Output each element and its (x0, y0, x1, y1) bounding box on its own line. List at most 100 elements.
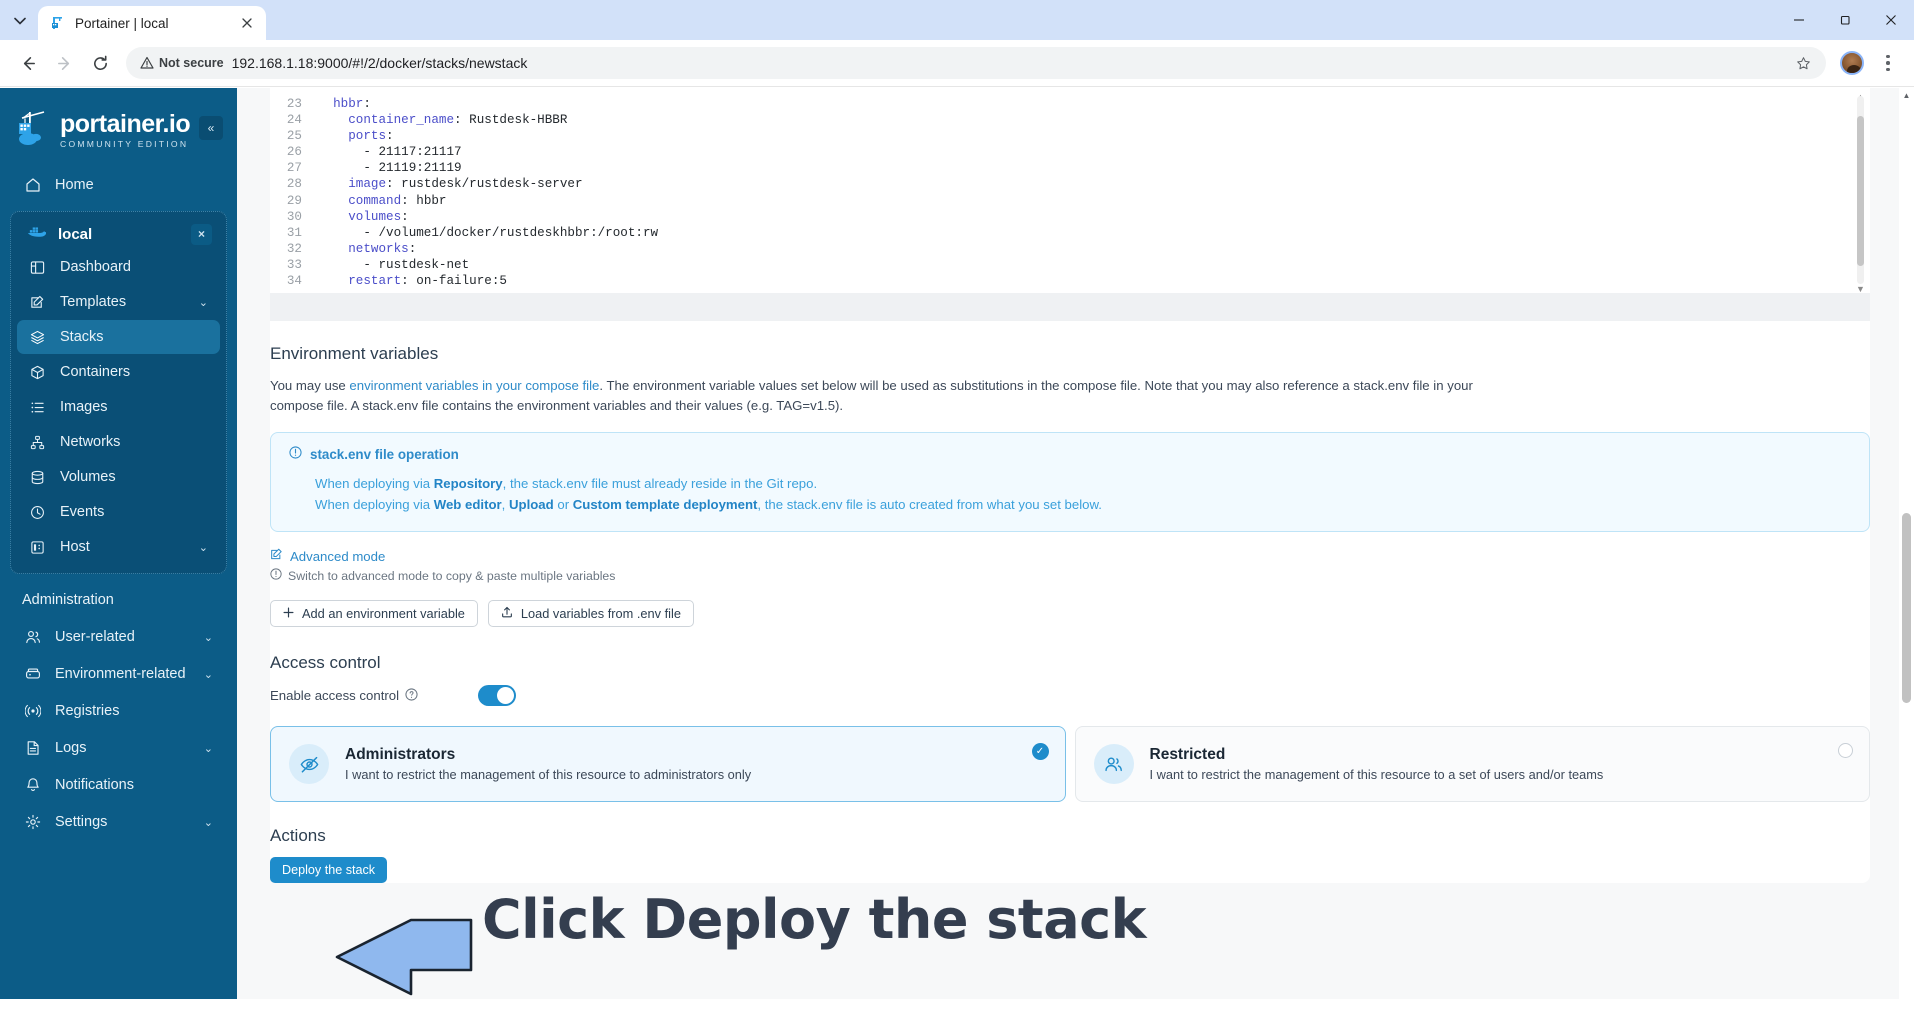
sidebar-item-volumes[interactable]: Volumes (17, 460, 220, 494)
actions-title: Actions (270, 826, 326, 845)
browser-window: Portainer | local Not secure 192.168.1.1… (0, 0, 1914, 1029)
code-line[interactable]: 33 - rustdesk-net (270, 257, 1870, 273)
sidebar-item-registries[interactable]: Registries (12, 694, 225, 728)
security-label: Not secure (159, 56, 224, 70)
switch-knob (497, 687, 515, 704)
compose-editor[interactable]: 23 hbbr: 24 container_name: Rustdesk-HBBR… (270, 88, 1870, 294)
environment-icon (24, 666, 41, 683)
editor-scrollbar-thumb[interactable] (1857, 116, 1864, 266)
url-text[interactable]: 192.168.1.18:9000/#!/2/docker/stacks/new… (232, 55, 1782, 71)
sidebar-item-events[interactable]: Events (17, 495, 220, 529)
info-icon (289, 446, 302, 462)
sidebar-item-dashboard[interactable]: Dashboard (17, 250, 220, 284)
address-bar[interactable]: Not secure 192.168.1.18:9000/#!/2/docker… (126, 47, 1826, 79)
code-line[interactable]: 34 restart: on-failure:5 (270, 273, 1870, 289)
chevron-down-icon[interactable]: ⌄ (204, 631, 213, 644)
chevron-down-icon[interactable]: ⌄ (204, 742, 213, 755)
editor-scroll-down-arrow[interactable]: ▼ (1856, 284, 1865, 294)
sidebar-item-environment-related[interactable]: Environment-related ⌄ (12, 657, 225, 691)
chevron-down-icon[interactable]: ⌄ (204, 668, 213, 681)
code-line[interactable]: 27 - 21119:21119 (270, 160, 1870, 176)
infobox-line2-bold2: Upload (509, 497, 554, 512)
code-line[interactable]: 29 command: hbbr (270, 193, 1870, 209)
code-text: - rustdesk-net (318, 257, 470, 272)
browser-tab[interactable]: Portainer | local (38, 6, 266, 40)
sidebar-item-settings[interactable]: Settings ⌄ (12, 805, 225, 839)
sidebar-item-host[interactable]: Host ⌄ (17, 530, 220, 564)
code-line[interactable]: 30 volumes: (270, 209, 1870, 225)
access-option-title: Restricted (1149, 746, 1226, 763)
page-body: portainer.io COMMUNITY EDITION « Home lo… (0, 88, 1914, 1029)
sidebar-item-images[interactable]: Images (17, 390, 220, 424)
reload-button[interactable] (84, 47, 116, 79)
load-env-file-button[interactable]: Load variables from .env file (487, 600, 694, 627)
add-environment-variable-button[interactable]: Add an environment variable (270, 600, 478, 627)
users-icon (24, 629, 41, 646)
sidebar-item-templates[interactable]: Templates ⌄ (17, 285, 220, 319)
access-option-text: Administrators I want to restrict the ma… (345, 746, 751, 782)
page-scroll-up-arrow[interactable]: ▲ (1899, 88, 1914, 103)
chevron-down-icon[interactable]: ⌄ (199, 541, 208, 554)
registries-icon (24, 703, 41, 720)
chevron-down-icon[interactable]: ⌄ (199, 296, 208, 309)
sidebar-item-label: Dashboard (60, 259, 131, 275)
dashboard-icon (29, 259, 46, 276)
sidebar-item-logs[interactable]: Logs ⌄ (12, 731, 225, 765)
advanced-mode-toggle[interactable]: Advanced mode (270, 548, 1870, 564)
sidebar-section-administration: Administration (22, 592, 114, 608)
code-editor-body[interactable]: 23 hbbr: 24 container_name: Rustdesk-HBBR… (270, 88, 1870, 293)
close-window-button[interactable] (1868, 0, 1914, 40)
minimize-button[interactable] (1776, 0, 1822, 40)
access-option-administrators[interactable]: Administrators I want to restrict the ma… (270, 726, 1066, 802)
sidebar-item-label: User-related (55, 629, 135, 645)
forward-button[interactable] (48, 47, 80, 79)
bookmark-star-icon[interactable] (1790, 50, 1816, 76)
sidebar-item-containers[interactable]: Containers (17, 355, 220, 389)
deploy-the-stack-button[interactable]: Deploy the stack (270, 857, 388, 883)
code-text: restart: on-failure:5 (348, 274, 507, 289)
code-line[interactable]: 31 - /volume1/docker/rustdeskhbbr:/root:… (270, 225, 1870, 241)
close-icon[interactable] (237, 13, 257, 33)
browser-menu-button[interactable] (1874, 49, 1902, 77)
docker-icon (27, 225, 47, 243)
images-icon (29, 399, 46, 416)
page-scrollbar[interactable]: ▲ ▼ (1899, 88, 1914, 1029)
sidebar-item-user-related[interactable]: User-related ⌄ (12, 620, 225, 654)
infobox-line-repository: When deploying via Repository, the stack… (289, 473, 1851, 494)
infobox-line2-mid2: or (553, 497, 573, 512)
brand-subtitle: COMMUNITY EDITION (60, 138, 189, 149)
sidebar-item-stacks[interactable]: Stacks (17, 320, 220, 354)
page-scrollbar-thumb[interactable] (1902, 513, 1911, 703)
access-option-restricted[interactable]: Restricted I want to restrict the manage… (1074, 726, 1870, 802)
code-line[interactable]: 28 image: rustdesk/rustdesk-server (270, 176, 1870, 192)
code-text: ports: (348, 129, 394, 144)
sidebar-item-home[interactable]: Home (12, 168, 225, 202)
line-number: 27 (286, 161, 302, 176)
maximize-button[interactable] (1822, 0, 1868, 40)
compose-file-link[interactable]: environment variables in your compose fi… (349, 378, 599, 393)
code-line[interactable]: 26 - 21117:21117 (270, 144, 1870, 160)
enable-access-control-label-group: Enable access control (270, 687, 418, 704)
question-icon[interactable] (405, 687, 418, 704)
close-icon[interactable]: × (191, 223, 212, 245)
sidebar-item-label: Networks (60, 434, 121, 450)
code-line[interactable]: 25 ports: (270, 128, 1870, 144)
sidebar-item-notifications[interactable]: Notifications (12, 768, 225, 802)
sidebar-item-networks[interactable]: Networks (17, 425, 220, 459)
access-control-title: Access control (270, 653, 381, 672)
code-line[interactable]: 24 container_name: Rustdesk-HBBR (270, 112, 1870, 128)
line-number: 32 (286, 241, 302, 256)
sidebar-collapse-button[interactable]: « (199, 116, 223, 140)
unselected-radio-icon[interactable] (1838, 743, 1853, 758)
chevron-down-icon[interactable]: ⌄ (204, 816, 213, 829)
sidebar-item-label: Settings (55, 814, 108, 830)
profile-avatar[interactable] (1840, 51, 1864, 75)
back-button[interactable] (12, 47, 44, 79)
code-line[interactable]: 23 hbbr: (270, 96, 1870, 112)
security-indicator[interactable]: Not secure (140, 56, 224, 70)
code-line[interactable]: 32 networks: (270, 241, 1870, 257)
tab-search-button[interactable] (6, 7, 34, 35)
sidebar-item-label: Host (60, 539, 90, 555)
environment-header[interactable]: local × (15, 218, 222, 250)
enable-access-control-switch[interactable] (478, 685, 517, 706)
